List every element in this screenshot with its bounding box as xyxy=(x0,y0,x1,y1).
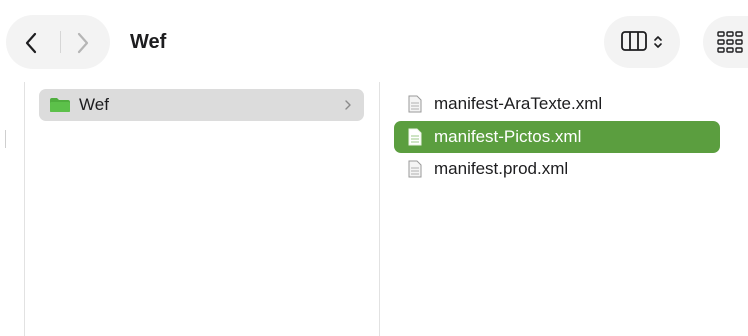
list-item[interactable]: manifest-AraTexte.xml xyxy=(394,89,720,119)
window-title: Wef xyxy=(130,31,167,53)
navigation-buttons xyxy=(6,15,110,69)
list-item[interactable]: Wef xyxy=(39,89,364,121)
column-view-icon xyxy=(621,31,647,51)
document-icon xyxy=(408,160,422,178)
document-icon xyxy=(408,95,422,113)
chevron-left-icon xyxy=(25,32,37,54)
folder-icon xyxy=(50,98,70,112)
back-button[interactable] xyxy=(6,15,58,69)
document-icon xyxy=(408,128,422,146)
list-item[interactable]: manifest-Pictos.xml xyxy=(394,121,720,153)
chevron-right-icon xyxy=(77,32,89,54)
column-divider[interactable] xyxy=(379,82,380,336)
chevron-right-icon xyxy=(345,100,351,110)
finder-toolbar: Wef xyxy=(0,0,748,82)
column-1: Wef xyxy=(24,82,380,336)
grid-view-icon xyxy=(717,31,743,53)
chevron-updown-icon xyxy=(654,36,662,48)
list-item[interactable]: manifest.prod.xml xyxy=(394,154,720,184)
window-edge-divider xyxy=(5,130,6,148)
list-item-label: manifest.prod.xml xyxy=(434,159,569,178)
group-button[interactable] xyxy=(703,16,748,68)
forward-button[interactable] xyxy=(58,15,110,69)
view-mode-button[interactable] xyxy=(604,16,680,68)
list-item-label: Wef xyxy=(79,95,109,114)
list-item-label: manifest-AraTexte.xml xyxy=(434,94,603,113)
list-item-label: manifest-Pictos.xml xyxy=(434,127,582,146)
column-browser: Wef manifest-AraTexte.xml manifest-Picto… xyxy=(0,82,748,336)
